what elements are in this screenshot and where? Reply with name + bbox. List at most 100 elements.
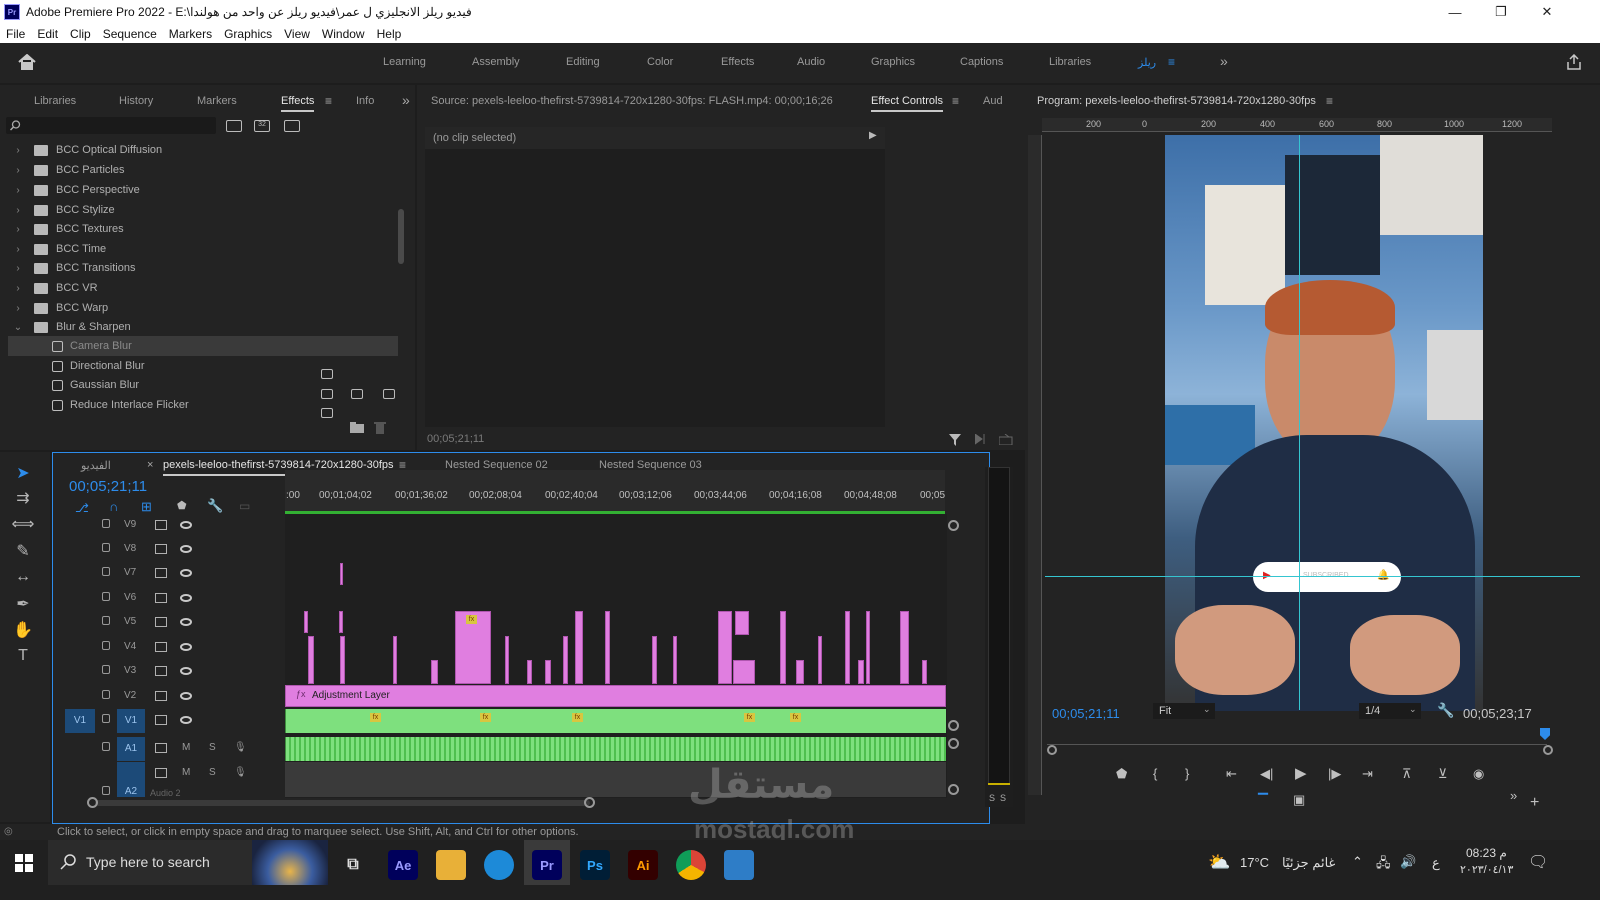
sync-lock-icon[interactable] [155,568,167,578]
lock-icon[interactable] [102,616,110,625]
video-clip[interactable] [605,611,610,684]
linked-selection-icon[interactable]: ⊞ [141,499,152,515]
slip-tool-icon[interactable]: ↔ [12,566,34,588]
a1-audio-clips[interactable] [285,737,946,761]
mark-out-icon[interactable]: } [1185,766,1189,781]
tab-libraries[interactable]: Libraries [34,95,76,107]
chevron-right-icon[interactable]: › [8,205,28,216]
track-target-a1[interactable]: A1 [117,737,145,761]
mark-in-icon[interactable]: { [1153,766,1157,781]
new-bin-icon[interactable] [350,422,364,433]
sync-lock-icon[interactable] [155,642,167,652]
lock-icon[interactable] [102,690,110,699]
lock-icon[interactable] [102,742,110,751]
workspace-audio[interactable]: Audio [797,56,825,68]
menu-markers[interactable]: Markers [163,27,218,41]
file-explorer-taskbar-icon[interactable] [436,850,466,880]
menu-file[interactable]: File [0,27,31,41]
sync-lock-icon[interactable] [155,520,167,530]
export-icon[interactable] [999,434,1013,445]
video-clip[interactable] [733,660,755,684]
microphone-icon[interactable]: 🎙 [234,742,247,753]
yuv-effects-icon[interactable] [284,120,300,132]
chevron-right-icon[interactable]: › [8,165,28,176]
chevron-up-icon[interactable]: ⌃ [1352,854,1363,870]
video-clip[interactable] [431,660,438,684]
workspace-learning[interactable]: Learning [383,56,426,68]
effects-folder-bcc-particles[interactable]: › BCC Particles [8,160,398,180]
effects-folder-bcc-textures[interactable]: › BCC Textures [8,219,398,239]
program-video-frame[interactable]: ▶ SUBSCRIBED 🔔 [1165,135,1483,711]
accelerated-effects-icon[interactable] [226,120,242,132]
menu-graphics[interactable]: Graphics [218,27,278,41]
step-back-icon[interactable]: ◀| [1260,766,1273,782]
mute-button[interactable]: M [182,742,190,753]
filter-icon[interactable] [949,434,961,446]
effect-reduce-interlace-flicker[interactable]: Reduce Interlace Flicker [8,395,398,415]
menu-clip[interactable]: Clip [64,27,97,41]
workspace-assembly[interactable]: Assembly [472,56,520,68]
eye-icon[interactable] [180,643,192,651]
delete-icon[interactable] [374,421,386,434]
effect-camera-blur[interactable]: Camera Blur [8,336,398,356]
extract-icon[interactable]: ⊻ [1438,766,1448,782]
video-clip[interactable] [308,636,314,684]
tab-effects[interactable]: Effects [281,95,315,112]
effects-folder-bcc-perspective[interactable]: › BCC Perspective [8,180,398,200]
workspace-libraries[interactable]: Libraries [1049,56,1091,68]
pen-tool-icon[interactable]: ✒ [12,593,34,615]
weather-icon[interactable]: ⛅ [1208,852,1230,873]
track-target-v1[interactable]: V1 [117,709,145,733]
effect-directional-blur[interactable]: Directional Blur [8,356,398,376]
video-clip[interactable] [673,636,677,684]
expand-arrow-icon[interactable]: ▶ [869,130,877,141]
lock-icon[interactable] [102,786,110,795]
sync-lock-icon[interactable] [155,544,167,554]
maximize-button[interactable]: ❐ [1478,0,1524,24]
menu-window[interactable]: Window [316,27,371,41]
menu-view[interactable]: View [278,27,316,41]
tab-effect-controls[interactable]: Effect Controls [871,95,943,112]
photos-taskbar-icon[interactable] [724,850,754,880]
step-forward-icon[interactable]: |▶ [1328,766,1341,782]
tab-sequence-arabic[interactable]: الفيديو [81,459,111,472]
workspace-captions[interactable]: Captions [960,56,1003,68]
ripple-edit-tool-icon[interactable]: ⟺ [12,513,35,535]
video-clip[interactable] [818,636,822,684]
menu-edit[interactable]: Edit [31,27,64,41]
horizontal-guide[interactable] [1045,576,1580,577]
video-clip[interactable] [735,611,749,635]
illustrator-taskbar-icon[interactable]: Ai [628,850,658,880]
effects-panel-menu-icon[interactable]: ≡ [325,94,332,108]
chrome-taskbar-icon[interactable] [676,850,706,880]
video-clip[interactable] [563,636,568,684]
clock-time[interactable]: 08:23 م [1466,846,1507,860]
tab-info[interactable]: Info [356,95,374,107]
track-select-tool-icon[interactable]: ⇉ [12,487,34,509]
add-marker-icon[interactable]: ⬟ [1116,766,1127,782]
source-patch-v1[interactable]: V1 [65,709,95,733]
eye-icon[interactable] [180,545,192,553]
solo-button[interactable]: S [209,742,216,753]
solo-button[interactable]: S [209,767,216,778]
effect-gaussian-blur[interactable]: Gaussian Blur [8,375,398,395]
effects-folder-bcc-stylize[interactable]: › BCC Stylize [8,200,398,220]
button-editor-icon[interactable]: + [1530,794,1539,812]
windows-start-icon[interactable] [15,854,33,872]
captions-icon[interactable]: ▭ [239,499,250,513]
vertical-zoom-handle[interactable] [948,720,959,731]
video-clip[interactable] [505,636,509,684]
video-clip[interactable] [545,660,551,684]
eye-icon[interactable] [180,667,192,675]
eye-icon[interactable] [180,692,192,700]
workspace-graphics[interactable]: Graphics [871,56,915,68]
chevron-right-icon[interactable]: › [8,224,28,235]
effects-folder-bcc-optical-diffusion[interactable]: › BCC Optical Diffusion [8,140,398,160]
video-clip[interactable] [718,611,732,684]
tab-markers[interactable]: Markers [197,95,237,107]
selection-tool-icon[interactable]: ➤ [12,462,34,484]
sync-lock-icon[interactable] [155,593,167,603]
workspace-menu-icon[interactable]: ≡ [1168,55,1175,69]
video-clip[interactable] [796,660,804,684]
a2-audio-lane[interactable] [285,762,946,797]
